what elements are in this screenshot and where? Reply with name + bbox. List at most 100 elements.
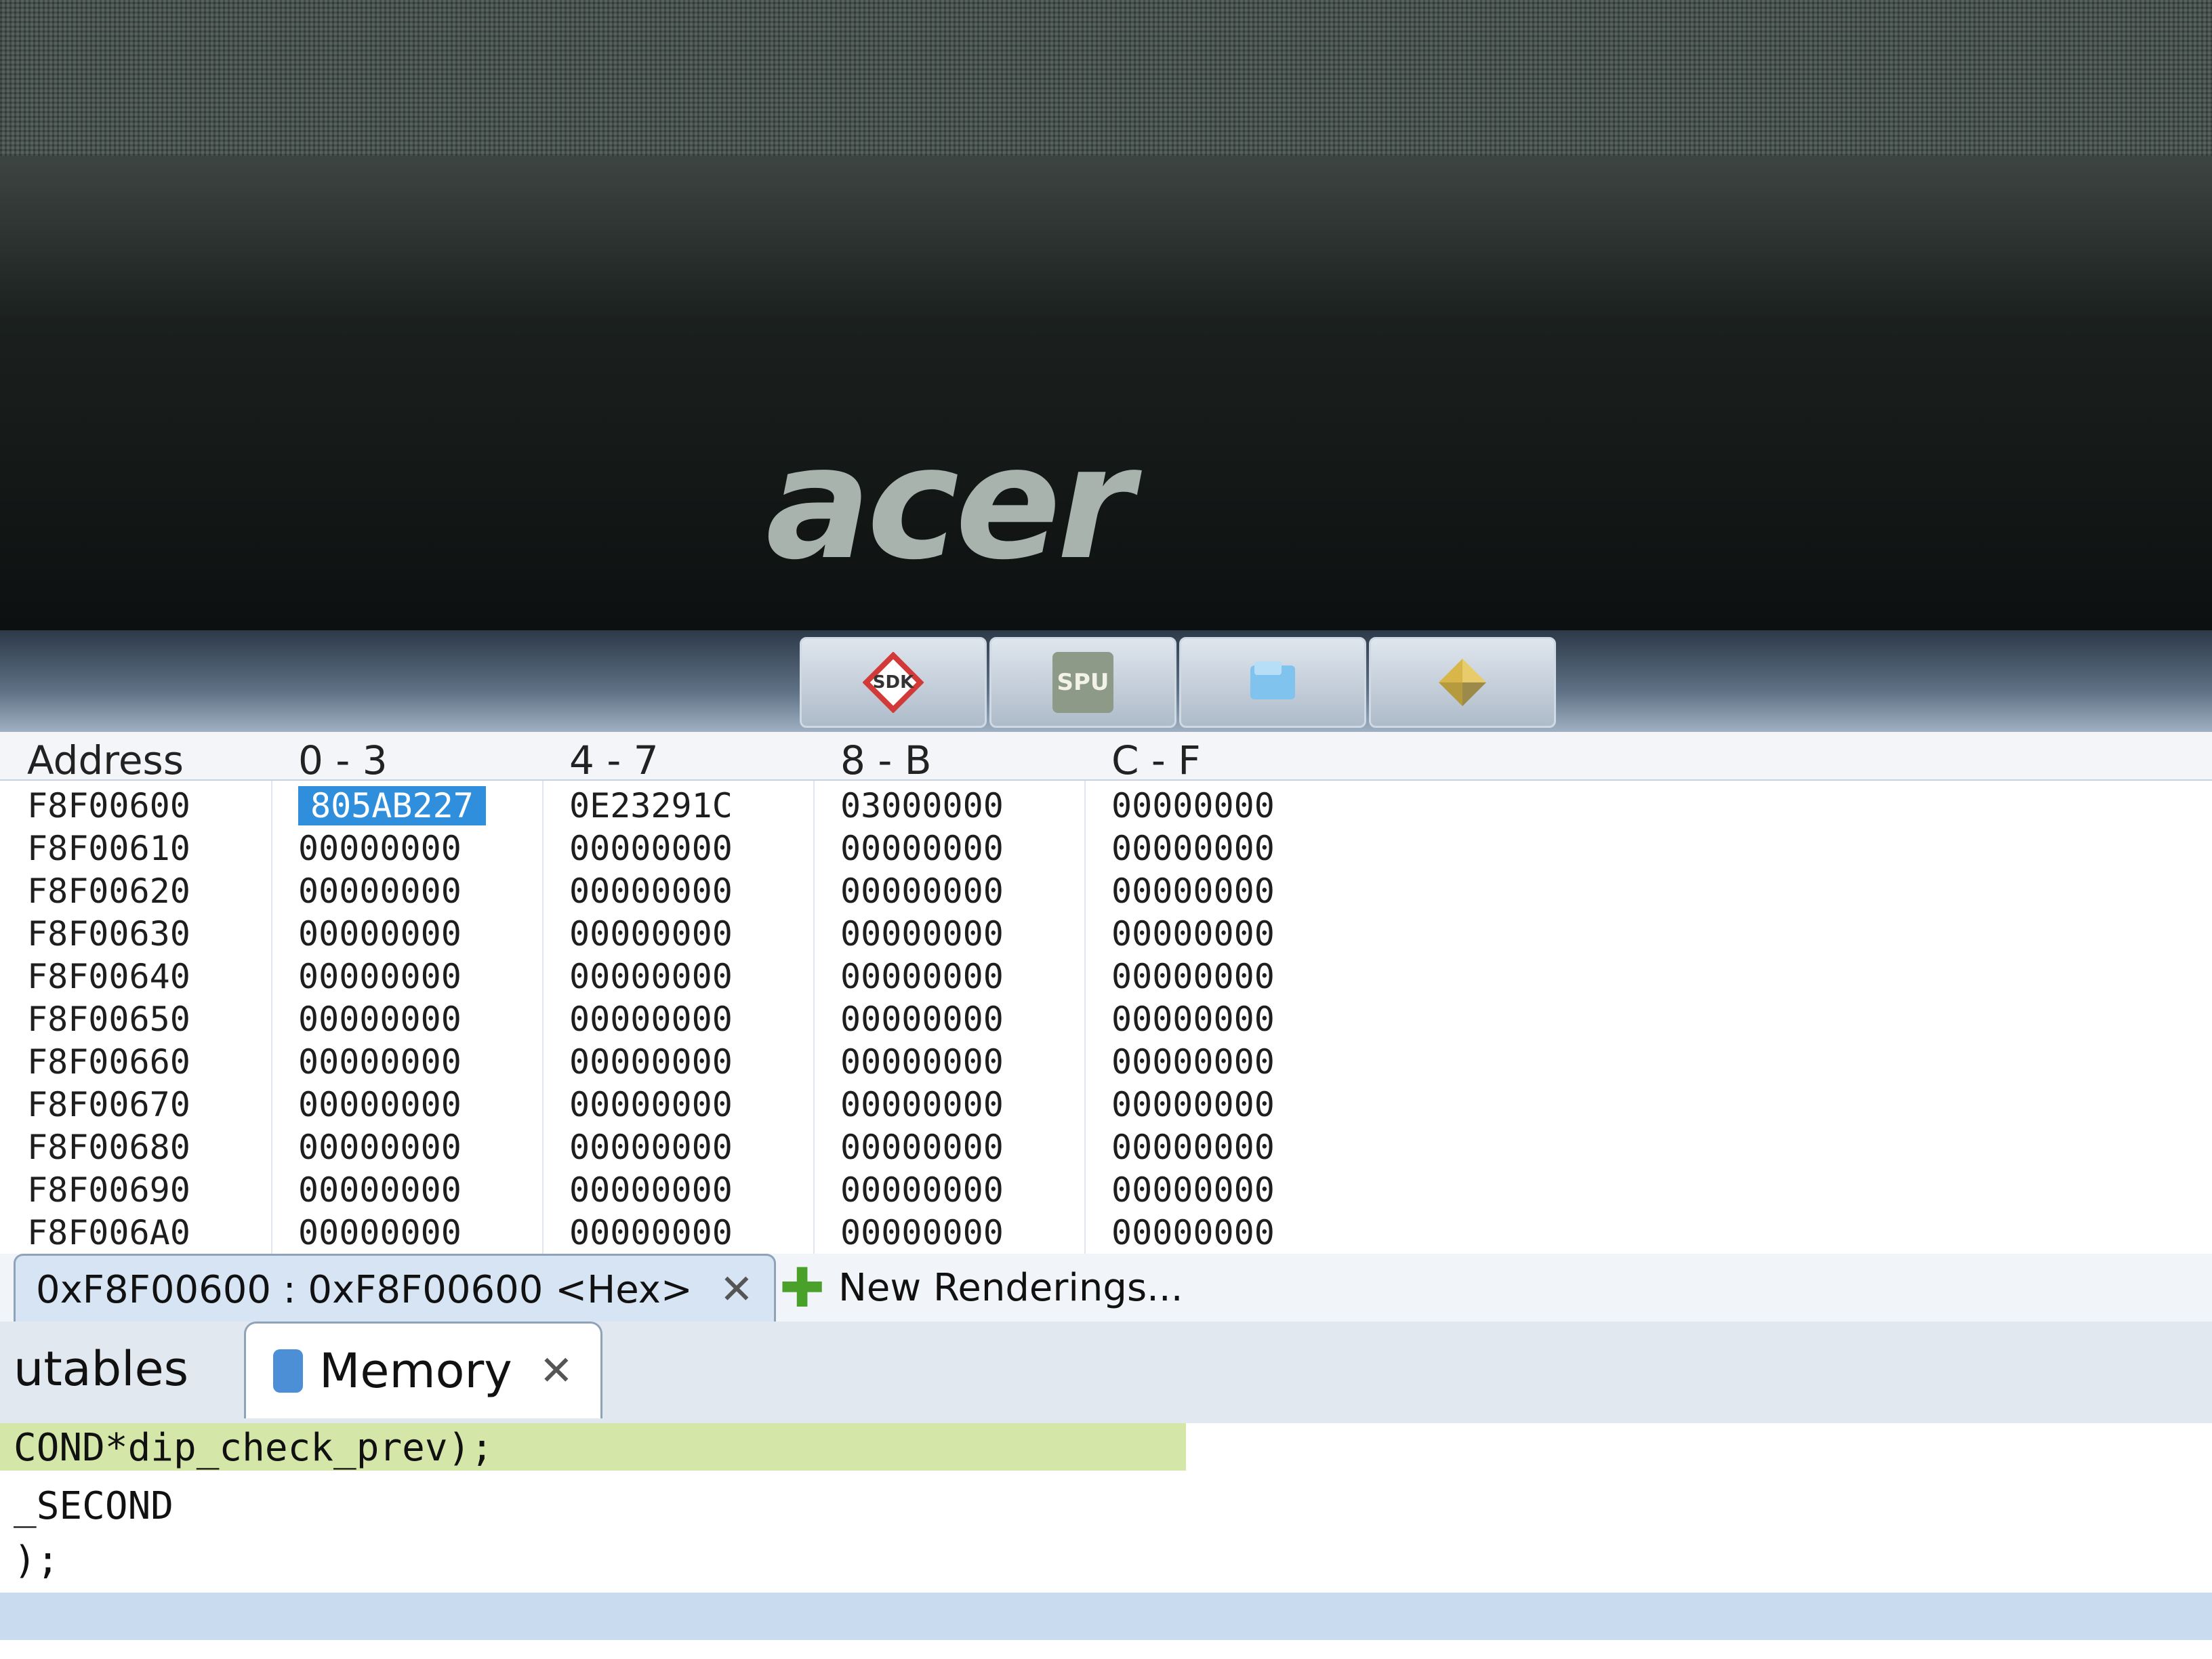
table-row: F8F00670 00000000 00000000 00000000 00000000 xyxy=(0,1080,2212,1127)
memory-cell[interactable]: 03000000 xyxy=(840,786,1004,825)
address-cell[interactable]: F8F006A0 xyxy=(27,1213,190,1252)
header-address[interactable]: Address xyxy=(27,737,184,783)
memory-cell[interactable]: 00000000 xyxy=(298,1213,462,1252)
memory-cell[interactable]: 00000000 xyxy=(1111,1128,1275,1167)
header-col-0-3[interactable]: 0 - 3 xyxy=(298,737,388,783)
memory-cell[interactable]: 0E23291C xyxy=(569,786,733,825)
tab-memory-label: Memory xyxy=(319,1343,512,1399)
table-header: Address 0 - 3 4 - 7 8 - B C - F xyxy=(0,732,2212,783)
code-line[interactable]: ); xyxy=(14,1538,59,1582)
table-row: F8F00690 00000000 00000000 00000000 00000000 xyxy=(0,1165,2212,1212)
table-row: F8F00610 00000000 00000000 00000000 00000000 xyxy=(0,823,2212,871)
memory-cell[interactable]: 00000000 xyxy=(1111,786,1275,825)
memory-cell[interactable]: 00000000 xyxy=(298,914,462,954)
address-cell[interactable]: F8F00610 xyxy=(27,829,190,868)
speaker-grille xyxy=(0,0,2212,156)
memory-cell[interactable]: 00000000 xyxy=(298,1170,462,1210)
address-cell[interactable]: F8F00680 xyxy=(27,1128,190,1167)
memory-cell[interactable]: 00000000 xyxy=(840,1213,1004,1252)
memory-cell[interactable]: 00000000 xyxy=(840,914,1004,954)
memory-cell[interactable]: 00000000 xyxy=(840,829,1004,868)
add-icon: ✚ xyxy=(779,1256,825,1319)
memory-cell[interactable]: 00000000 xyxy=(1111,829,1275,868)
memory-cell[interactable]: 00000000 xyxy=(569,1042,733,1082)
table-row: F8F006A0 00000000 00000000 00000000 00000000 xyxy=(0,1208,2212,1255)
memory-cell[interactable]: 00000000 xyxy=(1111,914,1275,954)
rendering-tab-hex[interactable]: 0xF8F00600 : 0xF8F00600 <Hex> ✕ xyxy=(14,1254,777,1324)
memory-cell[interactable]: 00000000 xyxy=(298,1042,462,1082)
address-cell[interactable]: F8F00690 xyxy=(27,1170,190,1210)
memory-cell[interactable]: 00000000 xyxy=(1111,957,1275,996)
taskbar-button-spu[interactable]: SPU xyxy=(989,637,1176,728)
address-cell[interactable]: F8F00670 xyxy=(27,1085,190,1124)
memory-cell[interactable]: 00000000 xyxy=(840,872,1004,911)
memory-cell[interactable]: 00000000 xyxy=(840,1042,1004,1082)
taskbar-button-flag[interactable] xyxy=(1369,637,1556,728)
memory-cell[interactable]: 00000000 xyxy=(569,957,733,996)
flag-app-icon xyxy=(1432,652,1493,713)
memory-cell[interactable]: 00000000 xyxy=(840,1128,1004,1167)
code-line[interactable]: COND*dip_check_prev); xyxy=(14,1426,493,1470)
address-cell[interactable]: F8F00640 xyxy=(27,957,190,996)
memory-cell[interactable]: 805AB227 xyxy=(298,786,486,825)
memory-cell[interactable]: 00000000 xyxy=(298,872,462,911)
memory-view-panel: Address 0 - 3 4 - 7 8 - B C - F F8F00600… xyxy=(0,732,2212,1425)
address-cell[interactable]: F8F00600 xyxy=(27,786,190,825)
spu-label: SPU xyxy=(1057,669,1109,696)
memory-cell[interactable]: 00000000 xyxy=(298,829,462,868)
memory-cell[interactable]: 00000000 xyxy=(1111,1170,1275,1210)
new-renderings-button[interactable]: ✚ New Renderings... xyxy=(779,1254,1183,1322)
code-line[interactable]: _SECOND xyxy=(14,1484,173,1528)
editor-ruler xyxy=(0,1593,2212,1640)
memory-cell[interactable]: 00000000 xyxy=(569,1213,733,1252)
tab-variables[interactable]: utables xyxy=(14,1322,188,1416)
memory-cell[interactable]: 00000000 xyxy=(569,1128,733,1167)
memory-cell[interactable]: 00000000 xyxy=(298,1000,462,1039)
address-cell[interactable]: F8F00650 xyxy=(27,1000,190,1039)
header-col-c-f[interactable]: C - F xyxy=(1111,737,1201,783)
memory-cell[interactable]: 00000000 xyxy=(298,1085,462,1124)
rendering-tab-label: 0xF8F00600 : 0xF8F00600 <Hex> xyxy=(36,1267,693,1312)
address-cell[interactable]: F8F00660 xyxy=(27,1042,190,1082)
memory-cell[interactable]: 00000000 xyxy=(840,1000,1004,1039)
taskbar: SPU SDK xyxy=(0,630,2212,732)
memory-cell[interactable]: 00000000 xyxy=(569,829,733,868)
address-cell[interactable]: F8F00630 xyxy=(27,914,190,954)
close-icon[interactable]: ✕ xyxy=(539,1347,573,1395)
tab-memory[interactable]: Memory ✕ xyxy=(244,1322,602,1418)
header-col-8-b[interactable]: 8 - B xyxy=(840,737,932,783)
memory-cell[interactable]: 00000000 xyxy=(569,1170,733,1210)
memory-cell[interactable]: 00000000 xyxy=(1111,1085,1275,1124)
memory-cell[interactable]: 00000000 xyxy=(1111,1000,1275,1039)
memory-cell[interactable]: 00000000 xyxy=(1111,872,1275,911)
folder-app-icon xyxy=(1242,652,1303,713)
table-row: F8F00600 805AB227 0E23291C 03000000 00000000 xyxy=(0,781,2212,828)
spu-app-icon: SPU xyxy=(1052,652,1113,713)
memory-cell[interactable]: 00000000 xyxy=(1111,1213,1275,1252)
table-row: F8F00640 00000000 00000000 00000000 00000000 xyxy=(0,951,2212,999)
close-icon[interactable]: ✕ xyxy=(720,1266,754,1313)
table-row: F8F00650 00000000 00000000 00000000 00000000 xyxy=(0,994,2212,1042)
header-col-4-7[interactable]: 4 - 7 xyxy=(569,737,659,783)
memory-cell[interactable]: 00000000 xyxy=(298,957,462,996)
memory-cell[interactable]: 00000000 xyxy=(840,957,1004,996)
address-cell[interactable]: F8F00620 xyxy=(27,872,190,911)
memory-table: Address 0 - 3 4 - 7 8 - B C - F F8F00600… xyxy=(0,732,2212,1254)
memory-cell[interactable]: 00000000 xyxy=(569,1085,733,1124)
monitor-bezel: acer xyxy=(0,156,2212,630)
taskbar-button-folder[interactable] xyxy=(1179,637,1366,728)
screen: SPU SDK Address 0 - 3 4 - 7 8 - B C - F … xyxy=(0,630,2212,1659)
memory-cell[interactable]: 00000000 xyxy=(569,872,733,911)
memory-icon xyxy=(273,1349,303,1393)
memory-cell[interactable]: 00000000 xyxy=(840,1085,1004,1124)
memory-cell[interactable]: 00000000 xyxy=(569,1000,733,1039)
memory-cell[interactable]: 00000000 xyxy=(1111,1042,1275,1082)
taskbar-button-sdk[interactable]: SDK xyxy=(800,637,987,728)
memory-cell[interactable]: 00000000 xyxy=(298,1128,462,1167)
table-row: F8F00680 00000000 00000000 00000000 00000000 xyxy=(0,1122,2212,1170)
code-editor[interactable]: COND*dip_check_prev); _SECOND ); xyxy=(0,1423,2212,1659)
sdk-label: SDK xyxy=(872,672,914,693)
new-renderings-label: New Renderings... xyxy=(838,1265,1183,1310)
memory-cell[interactable]: 00000000 xyxy=(840,1170,1004,1210)
memory-cell[interactable]: 00000000 xyxy=(569,914,733,954)
